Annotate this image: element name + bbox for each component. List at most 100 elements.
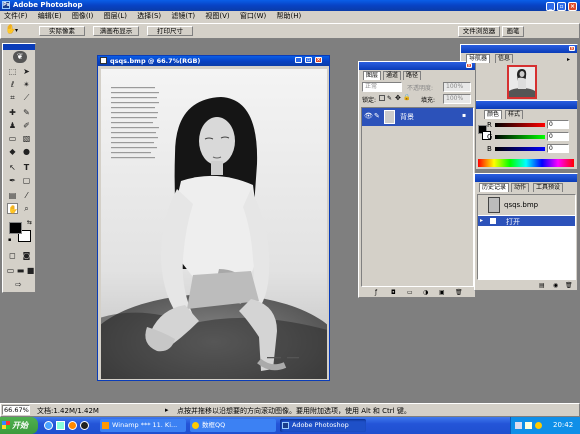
print-size-button[interactable]: 打印尺寸	[147, 26, 193, 36]
close-icon[interactable]: ×	[568, 2, 577, 11]
restore-icon[interactable]: ▫	[557, 2, 566, 11]
file-browser-tab[interactable]: 文件浏览器	[458, 26, 500, 37]
new-layer-set-icon[interactable]: ▭	[407, 289, 413, 296]
color-panel-header[interactable]	[475, 101, 577, 109]
layer-style-icon[interactable]: ƒ	[375, 289, 377, 296]
navigator-close-icon[interactable]: ×	[569, 46, 575, 52]
tab-actions[interactable]: 动作	[511, 183, 530, 192]
b-slider[interactable]	[495, 147, 545, 151]
zoom-field[interactable]: 66.67%	[2, 405, 30, 415]
brushes-tab[interactable]: 画笔	[502, 26, 524, 37]
adjustment-layer-icon[interactable]: ◑	[423, 289, 428, 296]
g-value[interactable]: 0	[547, 132, 569, 141]
brush-tool-icon[interactable]: ✎	[21, 107, 32, 118]
tab-tool-presets[interactable]: 工具预设	[533, 183, 564, 192]
task-photoshop[interactable]: Adobe Photoshop	[280, 419, 366, 432]
menu-window[interactable]: 窗口(W)	[236, 11, 270, 22]
clock[interactable]: 20:42	[553, 421, 573, 429]
quick-mask-mode-icon[interactable]: ◙	[21, 250, 32, 261]
marquee-tool-icon[interactable]: ⬚	[7, 66, 18, 77]
actual-pixels-button[interactable]: 实际像素	[39, 26, 85, 36]
layer-mask-icon[interactable]: ◘	[391, 289, 396, 296]
tray-qq-icon[interactable]	[535, 422, 542, 429]
navigator-menu-arrow-icon[interactable]: ▸	[567, 56, 570, 63]
quicklaunch-media-icon[interactable]	[68, 421, 77, 430]
lock-transparency-icon[interactable]	[379, 95, 385, 101]
b-value[interactable]: 0	[547, 144, 569, 153]
doc-close-icon[interactable]: ×	[315, 57, 322, 63]
dodge-tool-icon[interactable]: ●	[21, 146, 32, 157]
default-colors-icon[interactable]: ▪	[8, 237, 11, 243]
fit-on-screen-button[interactable]: 满画布显示	[93, 26, 139, 36]
path-selection-tool-icon[interactable]: ↖	[7, 162, 18, 173]
jump-to-imageready-icon[interactable]: ⇨	[13, 279, 24, 290]
clone-stamp-tool-icon[interactable]: ♟	[7, 120, 18, 131]
new-document-icon[interactable]: ▤	[539, 282, 545, 289]
quicklaunch-desktop-icon[interactable]	[56, 421, 65, 430]
status-menu-arrow-icon[interactable]: ▸	[165, 406, 169, 414]
hand-tool-box-icon[interactable]: ✋	[7, 203, 18, 214]
eraser-tool-icon[interactable]: ▭	[7, 133, 18, 144]
lasso-tool-icon[interactable]: ℓ	[7, 79, 18, 90]
lock-paint-icon[interactable]: ✎	[387, 95, 392, 102]
task-winamp[interactable]: Winamp *** 11. Ki...	[100, 419, 186, 432]
menu-help[interactable]: 帮助(H)	[272, 11, 305, 22]
history-brush-source-icon[interactable]: ▸	[480, 217, 483, 224]
delete-history-icon[interactable]: 🗑	[565, 282, 573, 289]
brush-link-icon[interactable]: ✎	[374, 112, 380, 120]
doc-minimize-icon[interactable]: _	[295, 57, 302, 63]
zoom-tool-icon[interactable]: ⌕	[21, 203, 32, 214]
navigator-panel-header[interactable]: ×	[461, 45, 577, 53]
layers-panel-header[interactable]: ×	[359, 62, 475, 70]
magic-wand-tool-icon[interactable]: ✴	[21, 79, 32, 90]
history-brush-tool-icon[interactable]: ✐	[21, 120, 32, 131]
notes-tool-icon[interactable]: ▤	[7, 190, 18, 201]
tab-color[interactable]: 颜色	[484, 110, 503, 119]
crop-tool-icon[interactable]: ⌗	[7, 92, 18, 103]
minimize-icon[interactable]: _	[546, 2, 555, 11]
gradient-tool-icon[interactable]: ▧	[21, 133, 32, 144]
title-bar[interactable]: Ps Adobe Photoshop _ ▫ ×	[0, 0, 580, 11]
slice-tool-icon[interactable]: ⟋	[21, 92, 32, 103]
navigator-thumbnail[interactable]	[507, 65, 537, 100]
pen-tool-icon[interactable]: ✒	[7, 175, 18, 186]
document-canvas-photo[interactable]	[101, 69, 327, 379]
menu-file[interactable]: 文件(F)	[0, 11, 32, 22]
doc-maximize-icon[interactable]: ▫	[305, 57, 312, 63]
menu-select[interactable]: 选择(S)	[133, 11, 165, 22]
standard-mode-icon[interactable]: ◻	[7, 250, 18, 261]
menu-filter[interactable]: 滤镜(T)	[167, 11, 199, 22]
history-snapshot-row[interactable]: qsqs.bmp	[478, 195, 575, 215]
menu-image[interactable]: 图像(I)	[68, 11, 98, 22]
start-button[interactable]: 开始	[0, 417, 38, 434]
feather-logo-icon[interactable]: ❦	[13, 51, 27, 63]
move-tool-icon[interactable]: ➤	[21, 66, 32, 77]
menu-view[interactable]: 视图(V)	[201, 11, 233, 22]
document-title-bar[interactable]: qsqs.bmp @ 66.7%(RGB) _ ▫ ×	[98, 56, 329, 66]
history-step-row[interactable]: ▸ 打开	[478, 216, 575, 226]
tray-volume-icon[interactable]	[525, 422, 532, 429]
eye-visibility-icon[interactable]: 👁	[364, 112, 373, 120]
tab-paths[interactable]: 路径	[403, 71, 422, 80]
tab-layers[interactable]: 图层	[363, 71, 382, 80]
full-screen-mode-icon[interactable]: ■	[25, 265, 36, 276]
lock-all-icon[interactable]: 🔒	[403, 94, 410, 101]
task-qq[interactable]: 数框QQ	[190, 419, 276, 432]
shape-tool-icon[interactable]: ▢	[21, 175, 32, 186]
blur-tool-icon[interactable]: ◆	[7, 146, 18, 157]
tab-history[interactable]: 历史记录	[479, 183, 510, 192]
blend-mode-select[interactable]: 正常	[362, 82, 402, 92]
lock-move-icon[interactable]: ✥	[395, 94, 401, 102]
toolbox-header[interactable]	[3, 44, 35, 50]
quicklaunch-ie-icon[interactable]	[44, 421, 53, 430]
color-spectrum-ramp[interactable]	[478, 159, 574, 167]
eyedropper-tool-icon[interactable]: ⁄	[21, 190, 32, 201]
foreground-color-swatch[interactable]	[9, 222, 22, 234]
tab-channels[interactable]: 通道	[383, 71, 402, 80]
layer-row-background[interactable]: 👁 ✎ 背景 ▪	[362, 108, 473, 126]
g-slider[interactable]	[495, 135, 545, 139]
type-tool-icon[interactable]: T	[21, 162, 32, 173]
delete-layer-icon[interactable]: 🗑	[455, 289, 463, 296]
history-panel-header[interactable]	[475, 174, 577, 182]
tray-network-icon[interactable]	[515, 422, 522, 429]
